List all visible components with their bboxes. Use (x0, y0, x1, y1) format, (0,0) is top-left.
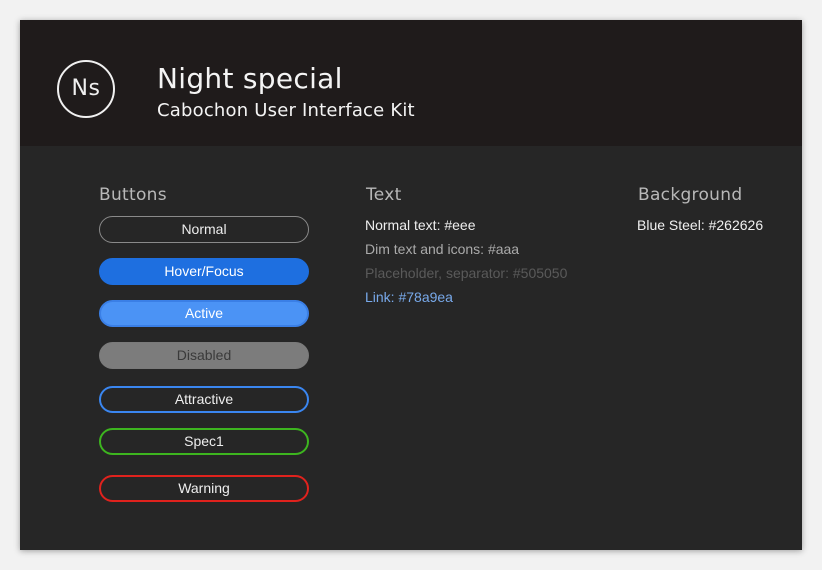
blue-steel-background-sample: Blue Steel: #262626 (637, 217, 764, 233)
hover-focus-button[interactable]: Hover/Focus (99, 258, 309, 285)
dim-text-sample: Dim text and icons: #aaa (365, 241, 520, 257)
attractive-button[interactable]: Attractive (99, 386, 309, 413)
active-button[interactable]: Active (99, 300, 309, 327)
spec1-button[interactable]: Spec1 (99, 428, 309, 455)
page-title: Night special (157, 62, 343, 95)
disabled-button[interactable]: Disabled (99, 342, 309, 369)
normal-button[interactable]: Normal (99, 216, 309, 243)
buttons-section-title: Buttons (99, 185, 167, 205)
link-text-sample[interactable]: Link: #78a9ea (365, 289, 453, 305)
normal-text-sample: Normal text: #eee (365, 217, 476, 233)
warning-button[interactable]: Warning (99, 475, 309, 502)
page-subtitle: Cabochon User Interface Kit (157, 100, 415, 121)
text-section-title: Text (366, 185, 402, 205)
kit-window: Ns Night special Cabochon User Interface… (20, 20, 802, 550)
ns-logo-icon: Ns (57, 60, 115, 118)
placeholder-text-sample: Placeholder, separator: #505050 (365, 265, 568, 281)
background-section-title: Background (638, 185, 743, 205)
header-bar: Ns Night special Cabochon User Interface… (20, 20, 802, 146)
